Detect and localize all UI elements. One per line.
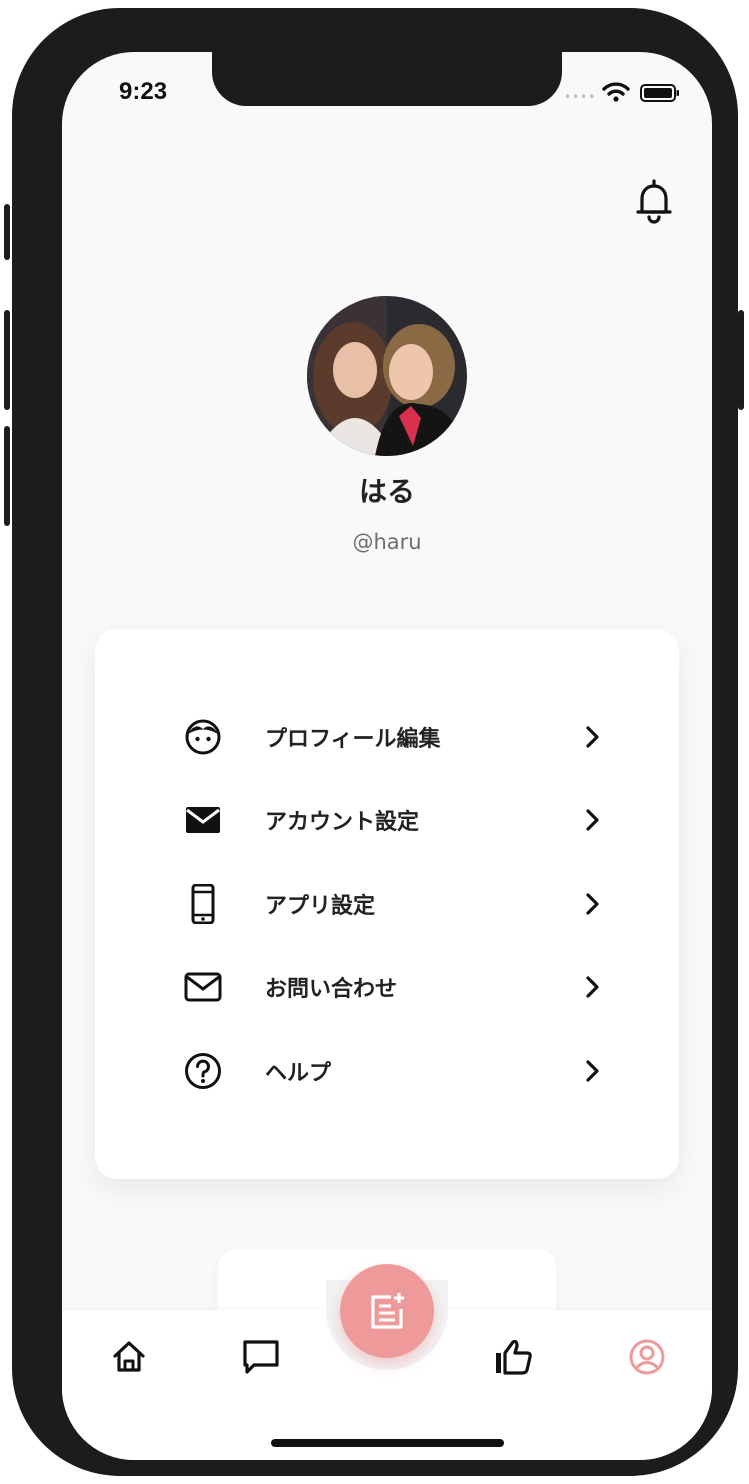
wifi-icon xyxy=(602,82,630,102)
chevron-right-icon xyxy=(586,976,599,998)
chevron-right-icon xyxy=(586,726,599,748)
profile-handle: @haru xyxy=(352,530,422,554)
menu-label-app-settings: アプリ設定 xyxy=(265,894,376,919)
smartphone-icon xyxy=(191,884,215,924)
chevron-right-icon xyxy=(586,809,599,831)
bell-icon[interactable] xyxy=(634,178,674,224)
menu-label-contact: お問い合わせ xyxy=(265,977,398,1002)
menu-item-contact[interactable]: お問い合わせ xyxy=(95,956,679,1018)
new-post-icon xyxy=(371,1293,404,1329)
home-icon[interactable] xyxy=(107,1335,151,1379)
side-button xyxy=(4,204,10,260)
signal-icon: •••• xyxy=(564,90,597,104)
envelope-outline-icon xyxy=(184,972,222,1002)
side-button xyxy=(4,310,10,410)
face-icon xyxy=(185,719,221,755)
account-icon[interactable] xyxy=(625,1335,669,1379)
menu-item-app-settings[interactable]: アプリ設定 xyxy=(95,873,679,935)
settings-menu-card: プロフィール編集 アカウント設定 アプリ設定 お問い合わせ ヘルプ xyxy=(95,629,679,1179)
avatar[interactable] xyxy=(307,296,467,456)
status-icons: •••• xyxy=(560,82,684,104)
thumbs-up-icon[interactable] xyxy=(492,1335,536,1379)
menu-item-account-settings[interactable]: アカウント設定 xyxy=(95,789,679,851)
side-button xyxy=(4,426,10,526)
home-indicator xyxy=(271,1439,504,1447)
chevron-right-icon xyxy=(586,893,599,915)
menu-label-account-settings: アカウント設定 xyxy=(265,810,420,835)
menu-label-help: ヘルプ xyxy=(265,1061,332,1086)
notch xyxy=(212,52,562,106)
battery-icon xyxy=(640,84,679,102)
envelope-filled-icon xyxy=(186,807,220,833)
status-time: 9:23 xyxy=(119,78,168,105)
phone-frame: 9:23 •••• はる @haru プロフィール編集 アカウント設定 アプリ設… xyxy=(4,8,744,1476)
screen: 9:23 •••• はる @haru プロフィール編集 アカウント設定 アプリ設… xyxy=(62,52,712,1460)
chevron-right-icon xyxy=(586,1060,599,1082)
menu-label-edit-profile: プロフィール編集 xyxy=(265,727,441,752)
chat-icon[interactable] xyxy=(239,1335,283,1379)
menu-item-help[interactable]: ヘルプ xyxy=(95,1040,679,1102)
profile-name: はる xyxy=(358,475,415,508)
menu-item-edit-profile[interactable]: プロフィール編集 xyxy=(95,706,679,768)
help-circle-icon xyxy=(185,1053,221,1089)
side-button xyxy=(738,310,744,410)
avatar-photo xyxy=(307,296,467,456)
new-post-button[interactable] xyxy=(340,1264,434,1358)
